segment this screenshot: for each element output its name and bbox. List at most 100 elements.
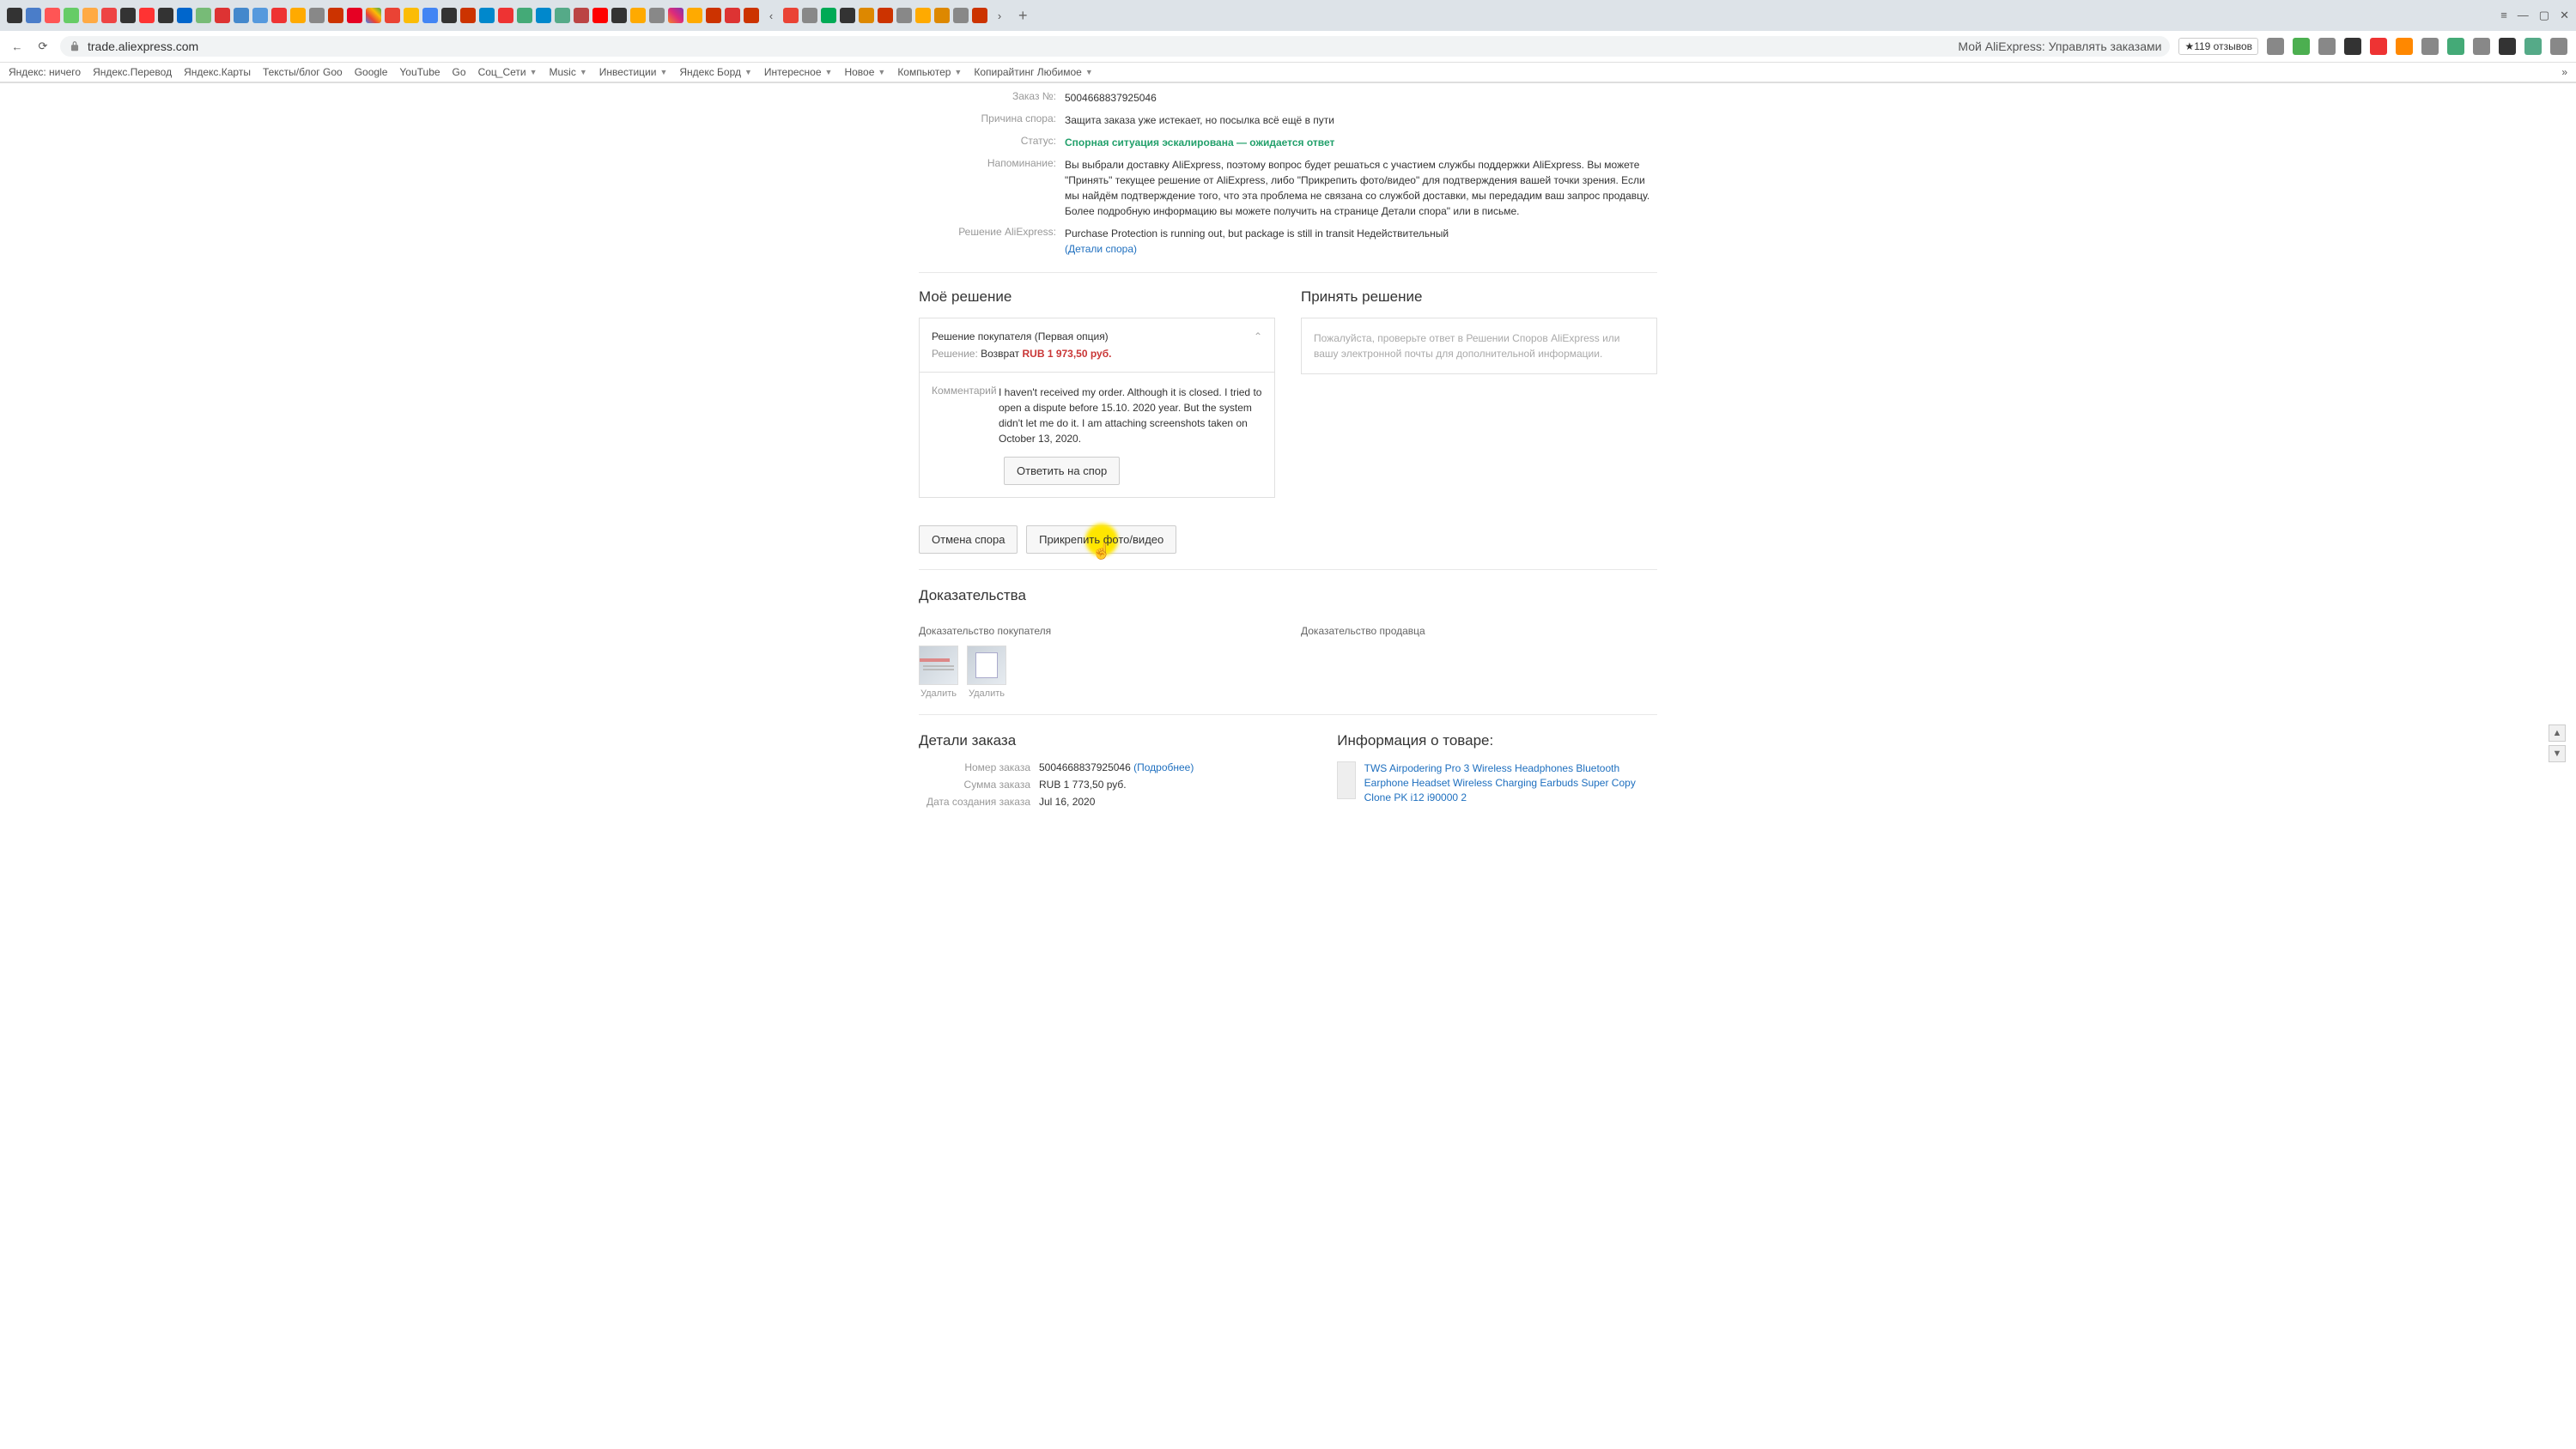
bookmark-item[interactable]: Go (453, 66, 466, 78)
tab-icon[interactable] (234, 8, 249, 23)
bookmark-folder[interactable]: Новое▼ (844, 66, 885, 78)
tab-icon[interactable] (498, 8, 513, 23)
bookmark-folder[interactable]: Соц_Сети▼ (478, 66, 538, 78)
tab-icon[interactable] (82, 8, 98, 23)
attach-photo-video-button[interactable]: Прикрепить фото/видео ☝ (1026, 525, 1176, 554)
tab-icon[interactable] (630, 8, 646, 23)
extension-icon[interactable] (2396, 38, 2413, 55)
tab-icon[interactable] (953, 8, 969, 23)
extension-icon[interactable] (2499, 38, 2516, 55)
tab-nav-left-icon[interactable]: ‹ (762, 7, 780, 24)
tab-nav-right-icon[interactable]: › (991, 7, 1008, 24)
bookmark-folder[interactable]: Music▼ (550, 66, 587, 78)
tab-icon[interactable] (64, 8, 79, 23)
tab-icon[interactable] (744, 8, 759, 23)
order-more-link[interactable]: (Подробнее) (1133, 761, 1194, 773)
tab-icon[interactable] (460, 8, 476, 23)
new-tab-button[interactable]: + (1012, 7, 1035, 25)
delete-evidence-link[interactable]: Удалить (967, 688, 1006, 699)
tab-icon[interactable] (555, 8, 570, 23)
bookmark-item[interactable]: Яндекс: ничего (9, 66, 81, 78)
tab-icon[interactable] (859, 8, 874, 23)
delete-evidence-link[interactable]: Удалить (919, 688, 958, 699)
tab-icon[interactable] (972, 8, 987, 23)
menu-icon[interactable]: ≡ (2500, 9, 2507, 22)
bookmark-item[interactable]: YouTube (399, 66, 440, 78)
tab-icon[interactable] (139, 8, 155, 23)
cancel-dispute-button[interactable]: Отмена спора (919, 525, 1018, 554)
tab-icon[interactable] (517, 8, 532, 23)
bookmark-icon[interactable] (2267, 38, 2284, 55)
extension-icon[interactable] (2421, 38, 2439, 55)
back-button[interactable]: ← (9, 38, 26, 55)
close-icon[interactable]: ✕ (2560, 9, 2569, 22)
tab-icon[interactable] (347, 8, 362, 23)
maximize-icon[interactable]: ▢ (2539, 9, 2549, 22)
tab-icon[interactable] (840, 8, 855, 23)
tab-icon[interactable] (802, 8, 817, 23)
tab-icon[interactable] (422, 8, 438, 23)
tab-icon[interactable] (934, 8, 950, 23)
tab-icon[interactable] (177, 8, 192, 23)
extension-icon[interactable] (2293, 38, 2310, 55)
bookmark-overflow[interactable]: » (2561, 66, 2567, 78)
bookmark-folder[interactable]: Копирайтинг Любимое▼ (974, 66, 1092, 78)
tab-icon[interactable] (7, 8, 22, 23)
tab-icon[interactable] (101, 8, 117, 23)
tab-icon[interactable] (45, 8, 60, 23)
tab-icon[interactable] (26, 8, 41, 23)
extension-icon[interactable] (2370, 38, 2387, 55)
reviews-badge[interactable]: ★119 отзывов (2178, 38, 2258, 55)
tab-icon[interactable] (611, 8, 627, 23)
tab-icon[interactable] (878, 8, 893, 23)
collapse-icon[interactable]: ⌃ (1254, 330, 1262, 343)
tab-icon[interactable] (328, 8, 343, 23)
tab-icon[interactable] (783, 8, 799, 23)
tab-icon[interactable] (309, 8, 325, 23)
tab-icon[interactable] (668, 8, 683, 23)
tab-icon[interactable] (196, 8, 211, 23)
dispute-details-link[interactable]: (Детали спора) (1065, 243, 1137, 255)
bookmark-folder[interactable]: Интересное▼ (764, 66, 833, 78)
tab-icon[interactable] (896, 8, 912, 23)
menu-icon[interactable] (2550, 38, 2567, 55)
tab-icon[interactable] (915, 8, 931, 23)
reload-button[interactable]: ⟳ (34, 38, 52, 55)
address-bar[interactable]: trade.aliexpress.com Мой AliExpress: Упр… (60, 36, 2170, 57)
tab-icon[interactable] (271, 8, 287, 23)
tab-icon[interactable] (158, 8, 173, 23)
scroll-up-button[interactable]: ▲ (2549, 724, 2566, 742)
tab-icon[interactable] (366, 8, 381, 23)
tab-icon[interactable] (536, 8, 551, 23)
tab-icon[interactable] (120, 8, 136, 23)
tab-icon[interactable] (290, 8, 306, 23)
tab-icon[interactable] (479, 8, 495, 23)
extension-icon[interactable] (2473, 38, 2490, 55)
tab-icon[interactable] (649, 8, 665, 23)
tab-icon[interactable] (385, 8, 400, 23)
evidence-thumbnail[interactable] (919, 646, 958, 685)
extension-icon[interactable] (2344, 38, 2361, 55)
tab-icon[interactable] (687, 8, 702, 23)
extension-icon[interactable] (2524, 38, 2542, 55)
extension-icon[interactable] (2318, 38, 2336, 55)
tab-icon[interactable] (725, 8, 740, 23)
tab-icon[interactable] (592, 8, 608, 23)
reply-dispute-button[interactable]: Ответить на спор (1004, 457, 1120, 485)
extension-icon[interactable] (2447, 38, 2464, 55)
bookmark-item[interactable]: Яндекс.Карты (184, 66, 251, 78)
bookmark-folder[interactable]: Инвестиции▼ (599, 66, 668, 78)
bookmark-folder[interactable]: Яндекс Борд▼ (679, 66, 752, 78)
tab-icon[interactable] (574, 8, 589, 23)
tab-icon[interactable] (441, 8, 457, 23)
tab-icon[interactable] (215, 8, 230, 23)
tab-icon[interactable] (404, 8, 419, 23)
bookmark-item[interactable]: Тексты/блог Goo (263, 66, 343, 78)
minimize-icon[interactable]: — (2518, 9, 2529, 22)
tab-icon[interactable] (706, 8, 721, 23)
bookmark-item[interactable]: Google (355, 66, 388, 78)
scroll-down-button[interactable]: ▼ (2549, 745, 2566, 762)
bookmark-folder[interactable]: Компьютер▼ (897, 66, 962, 78)
product-link[interactable]: TWS Airpodering Pro 3 Wireless Headphone… (1364, 761, 1657, 804)
product-image[interactable] (1337, 761, 1355, 799)
